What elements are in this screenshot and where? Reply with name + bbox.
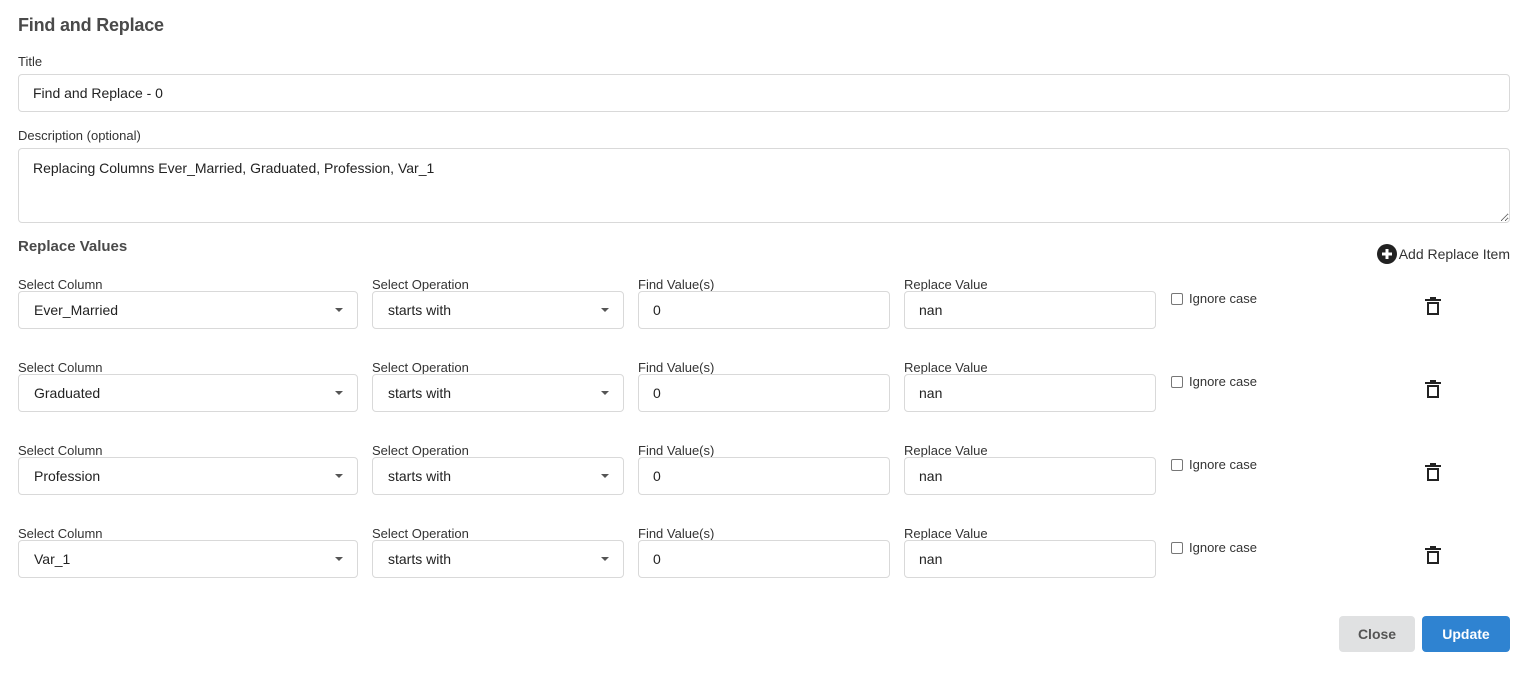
caret-down-icon (335, 391, 343, 395)
column-select-value: Graduated (34, 385, 101, 401)
column-select-value: Ever_Married (34, 302, 119, 318)
add-replace-item-label: Add Replace Item (1398, 246, 1510, 262)
find-values-label: Find Value(s) (638, 526, 715, 541)
caret-down-icon (335, 308, 343, 312)
replace-item-row: Select Column Var_1 Select Operation sta… (0, 526, 1527, 596)
column-select[interactable]: Profession (18, 457, 358, 495)
replace-item-row: Select Column Ever_Married Select Operat… (0, 277, 1527, 347)
caret-down-icon (601, 308, 609, 312)
select-operation-label: Select Operation (372, 277, 469, 292)
replace-item-row: Select Column Profession Select Operatio… (0, 443, 1527, 513)
plus-circle-icon (1376, 244, 1397, 264)
select-operation-label: Select Operation (372, 526, 469, 541)
replace-values-heading: Replace Values (18, 238, 128, 255)
trash-icon[interactable] (1424, 379, 1442, 399)
column-select-value: Profession (34, 468, 101, 484)
modal-title: Find and Replace (18, 15, 164, 35)
operation-select-value: starts with (388, 551, 452, 567)
find-values-label: Find Value(s) (638, 360, 715, 375)
caret-down-icon (335, 557, 343, 561)
column-select[interactable]: Ever_Married (18, 291, 358, 329)
ignore-case-checkbox[interactable]: Ignore case (1171, 374, 1257, 389)
ignore-case-checkbox[interactable]: Ignore case (1171, 540, 1257, 555)
ignore-case-label: Ignore case (1189, 291, 1257, 306)
replace-item-row: Select Column Graduated Select Operation… (0, 360, 1527, 430)
description-label: Description (optional) (18, 128, 141, 143)
replace-value-input[interactable] (904, 540, 1156, 578)
replace-value-label: Replace Value (904, 360, 988, 375)
operation-select-value: starts with (388, 302, 452, 318)
title-label: Title (18, 54, 43, 69)
ignore-case-checkbox[interactable]: Ignore case (1171, 291, 1257, 306)
column-select[interactable]: Graduated (18, 374, 358, 412)
replace-value-label: Replace Value (904, 277, 988, 292)
ignore-case-checkbox[interactable]: Ignore case (1171, 457, 1257, 472)
replace-value-label: Replace Value (904, 526, 988, 541)
caret-down-icon (601, 474, 609, 478)
select-column-label: Select Column (18, 277, 103, 292)
add-replace-item-button[interactable]: Add Replace Item (1376, 244, 1510, 264)
replace-value-input[interactable] (904, 291, 1156, 329)
ignore-case-label: Ignore case (1189, 374, 1257, 389)
operation-select[interactable]: starts with (372, 457, 624, 495)
replace-value-input[interactable] (904, 457, 1156, 495)
checkbox-box[interactable] (1171, 375, 1183, 388)
ignore-case-label: Ignore case (1189, 540, 1257, 555)
close-button[interactable]: Close (1339, 616, 1415, 652)
ignore-case-label: Ignore case (1189, 457, 1257, 472)
find-values-input[interactable] (638, 374, 890, 412)
operation-select[interactable]: starts with (372, 291, 624, 329)
find-values-label: Find Value(s) (638, 277, 715, 292)
caret-down-icon (601, 391, 609, 395)
caret-down-icon (601, 557, 609, 561)
description-textarea[interactable]: Replacing Columns Ever_Married, Graduate… (18, 148, 1510, 223)
select-column-label: Select Column (18, 360, 103, 375)
select-column-label: Select Column (18, 443, 103, 458)
select-column-label: Select Column (18, 526, 103, 541)
operation-select-value: starts with (388, 468, 452, 484)
select-operation-label: Select Operation (372, 443, 469, 458)
trash-icon[interactable] (1424, 545, 1442, 565)
checkbox-box[interactable] (1171, 292, 1183, 305)
find-values-input[interactable] (638, 457, 890, 495)
replace-value-input[interactable] (904, 374, 1156, 412)
column-select-value: Var_1 (34, 551, 71, 567)
trash-icon[interactable] (1424, 296, 1442, 316)
column-select[interactable]: Var_1 (18, 540, 358, 578)
find-values-input[interactable] (638, 291, 890, 329)
caret-down-icon (335, 474, 343, 478)
operation-select-value: starts with (388, 385, 452, 401)
find-values-input[interactable] (638, 540, 890, 578)
checkbox-box[interactable] (1171, 541, 1183, 554)
select-operation-label: Select Operation (372, 360, 469, 375)
find-values-label: Find Value(s) (638, 443, 715, 458)
checkbox-box[interactable] (1171, 458, 1183, 471)
trash-icon[interactable] (1424, 462, 1442, 482)
replace-value-label: Replace Value (904, 443, 988, 458)
operation-select[interactable]: starts with (372, 540, 624, 578)
operation-select[interactable]: starts with (372, 374, 624, 412)
title-input[interactable] (18, 74, 1510, 112)
update-button[interactable]: Update (1422, 616, 1510, 652)
